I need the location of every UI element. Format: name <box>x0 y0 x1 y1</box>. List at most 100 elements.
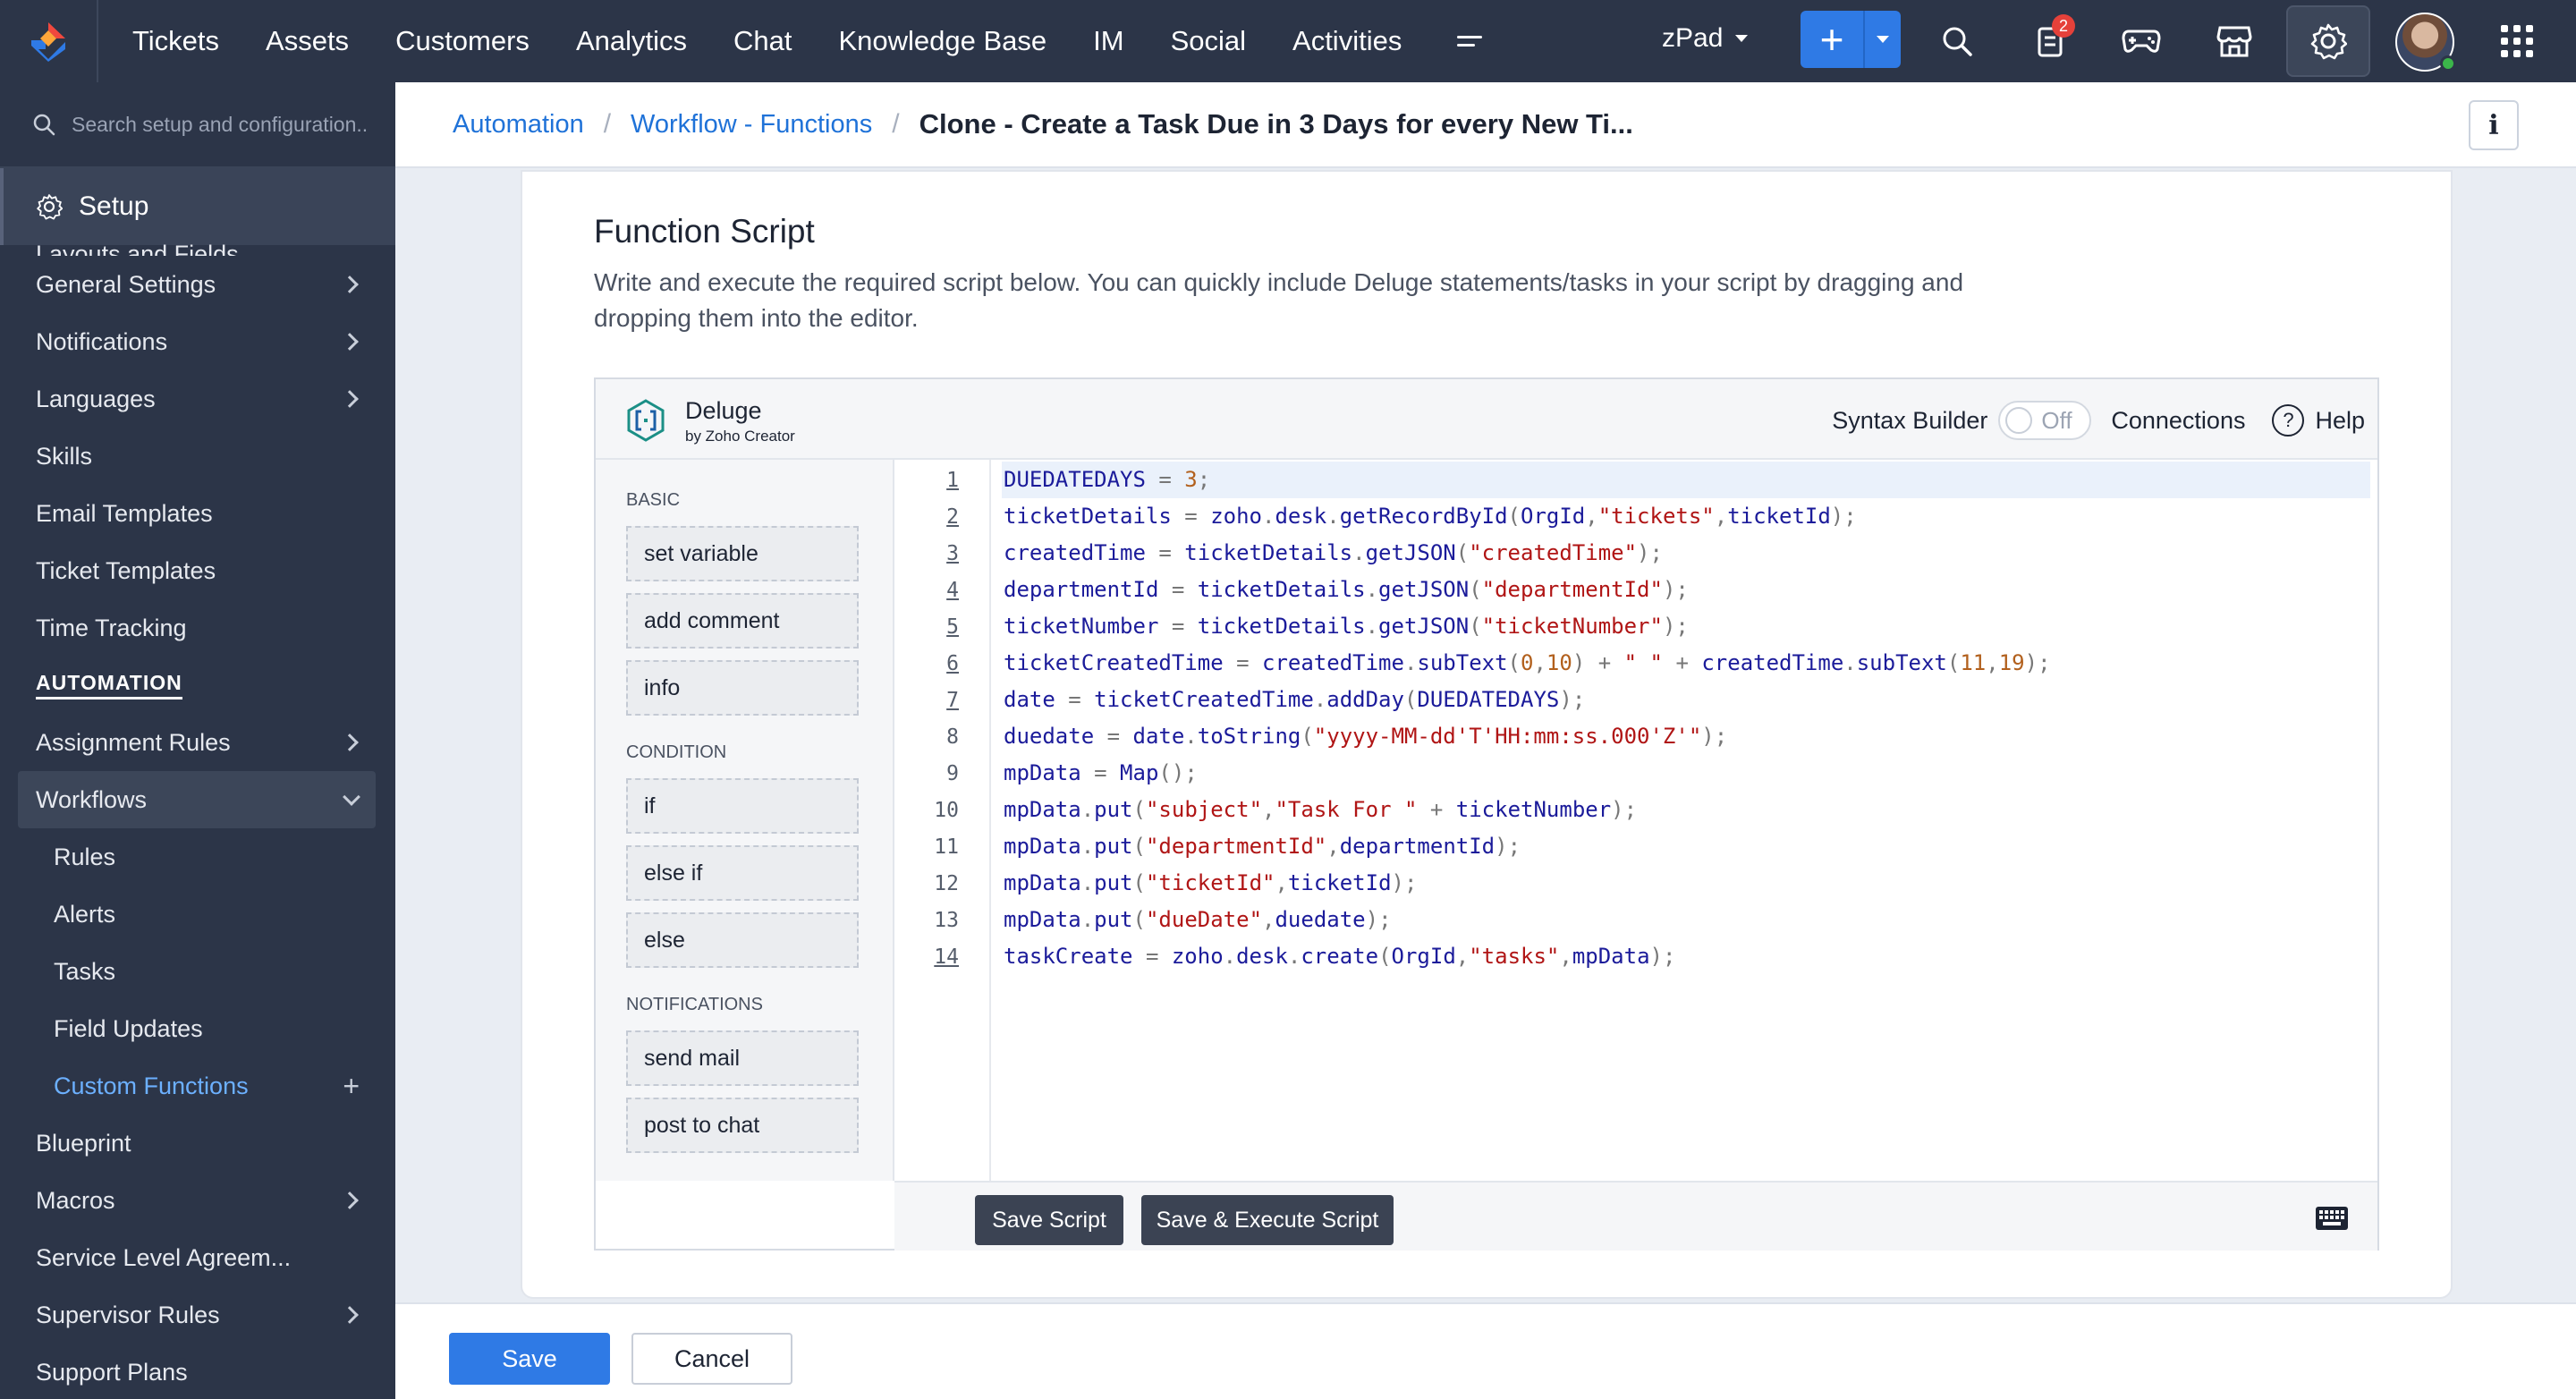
toggle-knob <box>2005 407 2033 434</box>
sidebar-item-sla[interactable]: Service Level Agreem... <box>0 1229 395 1286</box>
line-number: 1 <box>946 469 959 492</box>
save-execute-script-button[interactable]: Save & Execute Script <box>1141 1195 1394 1245</box>
sidebar-item-field-updates[interactable]: Field Updates <box>0 1000 395 1057</box>
deluge-brand: Deluge <box>685 397 762 424</box>
add-icon[interactable]: + <box>343 1070 360 1103</box>
sidebar-item-email-templates[interactable]: Email Templates <box>0 485 395 542</box>
sidebar-item-time-tracking[interactable]: Time Tracking <box>0 599 395 657</box>
deluge-brand-sub: by Zoho Creator <box>685 428 795 445</box>
code-line[interactable]: duedate = date.toString("yyyy-MM-dd'T'HH… <box>1002 718 2370 755</box>
sidebar-item-workflows[interactable]: Workflows <box>18 771 376 828</box>
sidebar-item-general-settings[interactable]: General Settings <box>0 256 395 313</box>
toggle-state: Off <box>2041 406 2072 434</box>
search-icon <box>33 114 55 136</box>
chevron-right-icon <box>341 733 359 751</box>
sidebar-item-support-plans[interactable]: Support Plans <box>0 1344 395 1399</box>
help-link[interactable]: Help <box>2315 407 2365 435</box>
sidebar-item-tasks[interactable]: Tasks <box>0 943 395 1000</box>
save-button[interactable]: Save <box>449 1333 610 1385</box>
nav-tickets[interactable]: Tickets <box>132 25 219 57</box>
game-controller-icon[interactable] <box>2114 14 2168 68</box>
search-icon[interactable] <box>1930 14 1984 68</box>
statement-palette: BASIC set variable add comment info COND… <box>596 460 894 1181</box>
info-icon[interactable]: i <box>2469 100 2519 150</box>
code-line[interactable]: mpData.put("ticketId",ticketId); <box>1002 865 2370 902</box>
nav-activities[interactable]: Activities <box>1292 25 1402 57</box>
marketplace-icon[interactable] <box>2207 14 2261 68</box>
code-editor[interactable]: 1 2 3 4 5 6 7 8 9 10 11 12 13 14 DUEDATE… <box>894 460 2377 1181</box>
sidebar-item-macros[interactable]: Macros <box>0 1172 395 1229</box>
nav-im[interactable]: IM <box>1093 25 1123 57</box>
palette-item-send-mail[interactable]: send mail <box>626 1030 859 1086</box>
apps-grid-icon[interactable] <box>2501 25 2533 57</box>
code-line[interactable]: ticketNumber = ticketDetails.getJSON("ti… <box>1002 608 2370 645</box>
chevron-down-icon <box>1877 36 1889 43</box>
setup-gear-button[interactable] <box>2286 5 2370 77</box>
code-line[interactable]: taskCreate = zoho.desk.create(OrgId,"tas… <box>1002 938 2370 975</box>
sidebar-item-ticket-templates[interactable]: Ticket Templates <box>0 542 395 599</box>
notifications-icon[interactable]: 2 <box>2023 14 2077 68</box>
sidebar-item-layouts-and-fields[interactable]: Layouts and Fields <box>0 236 395 256</box>
palette-item-post-to-chat[interactable]: post to chat <box>626 1098 859 1153</box>
connections-link[interactable]: Connections <box>2111 407 2245 435</box>
code-line[interactable]: ticketCreatedTime = createdTime.subText(… <box>1002 645 2370 682</box>
code-line[interactable]: mpData.put("subject","Task For " + ticke… <box>1002 792 2370 828</box>
palette-item-set-variable[interactable]: set variable <box>626 526 859 581</box>
sidebar-item-custom-functions[interactable]: Custom Functions + <box>0 1057 395 1115</box>
line-number: 13 <box>934 909 959 932</box>
nav-chat[interactable]: Chat <box>733 25 792 57</box>
sidebar-item-supervisor-rules[interactable]: Supervisor Rules <box>0 1286 395 1344</box>
chevron-down-icon <box>1735 35 1749 42</box>
code-line[interactable]: createdTime = ticketDetails.getJSON("cre… <box>1002 535 2370 572</box>
code-line[interactable]: date = ticketCreatedTime.addDay(DUEDATED… <box>1002 682 2370 718</box>
plus-icon[interactable]: + <box>1801 11 1865 68</box>
code-line[interactable]: ticketDetails = zoho.desk.getRecordById(… <box>1002 498 2370 535</box>
save-script-button[interactable]: Save Script <box>975 1195 1123 1245</box>
help-icon[interactable]: ? <box>2272 404 2305 437</box>
sidebar-item-blueprint[interactable]: Blueprint <box>0 1115 395 1172</box>
line-number: 8 <box>946 725 959 749</box>
palette-item-add-comment[interactable]: add comment <box>626 593 859 649</box>
sidebar-item-alerts[interactable]: Alerts <box>0 886 395 943</box>
sidebar-item-notifications[interactable]: Notifications <box>0 313 395 370</box>
palette-item-else-if[interactable]: else if <box>626 845 859 901</box>
editor-toolbar: Syntax Builder Off Connections ? Help <box>1832 401 2365 440</box>
breadcrumb-automation[interactable]: Automation <box>453 110 584 140</box>
quick-add-dropdown[interactable] <box>1865 11 1901 68</box>
cancel-button[interactable]: Cancel <box>631 1333 792 1385</box>
palette-item-if[interactable]: if <box>626 778 859 834</box>
online-status-dot <box>2440 55 2456 72</box>
palette-heading-condition: CONDITION <box>626 742 727 762</box>
sidebar-item-rules[interactable]: Rules <box>0 828 395 886</box>
nav-social[interactable]: Social <box>1171 25 1246 57</box>
setup-home[interactable]: Setup <box>0 168 395 245</box>
top-navigation-bar: Tickets Assets Customers Analytics Chat … <box>0 0 2576 82</box>
nav-knowledge-base[interactable]: Knowledge Base <box>838 25 1046 57</box>
line-number: 7 <box>946 689 959 712</box>
setup-search[interactable]: Search setup and configuration.. <box>0 82 395 168</box>
quick-add-button[interactable]: + <box>1801 11 1901 68</box>
palette-item-info[interactable]: info <box>626 660 859 716</box>
code-line[interactable]: mpData.put("dueDate",duedate); <box>1002 902 2370 938</box>
keyboard-icon[interactable] <box>2315 1206 2349 1231</box>
code-line[interactable]: mpData.put("departmentId",departmentId); <box>1002 828 2370 865</box>
palette-item-else[interactable]: else <box>626 912 859 968</box>
zoho-desk-logo[interactable] <box>0 0 98 82</box>
breadcrumb-workflow-functions[interactable]: Workflow - Functions <box>631 110 872 140</box>
portal-switcher[interactable]: zPad <box>1662 23 1749 54</box>
search-input[interactable]: Search setup and configuration.. <box>72 113 368 137</box>
sidebar-item-languages[interactable]: Languages <box>0 370 395 428</box>
syntax-builder-toggle[interactable]: Off <box>1998 401 2092 440</box>
avatar[interactable] <box>2395 13 2456 72</box>
nav-assets[interactable]: Assets <box>266 25 349 57</box>
syntax-builder-label: Syntax Builder <box>1832 406 1988 434</box>
sidebar-item-assignment-rules[interactable]: Assignment Rules <box>0 714 395 771</box>
sidebar-item-skills[interactable]: Skills <box>0 428 395 485</box>
code-line[interactable]: mpData = Map(); <box>1002 755 2370 792</box>
page-title: Clone - Create a Task Due in 3 Days for … <box>919 108 1633 140</box>
nav-analytics[interactable]: Analytics <box>576 25 687 57</box>
code-line[interactable]: DUEDATEDAYS = 3; <box>1002 462 2370 498</box>
more-menu-icon[interactable] <box>1457 28 1489 55</box>
nav-customers[interactable]: Customers <box>395 25 530 57</box>
code-line[interactable]: departmentId = ticketDetails.getJSON("de… <box>1002 572 2370 608</box>
